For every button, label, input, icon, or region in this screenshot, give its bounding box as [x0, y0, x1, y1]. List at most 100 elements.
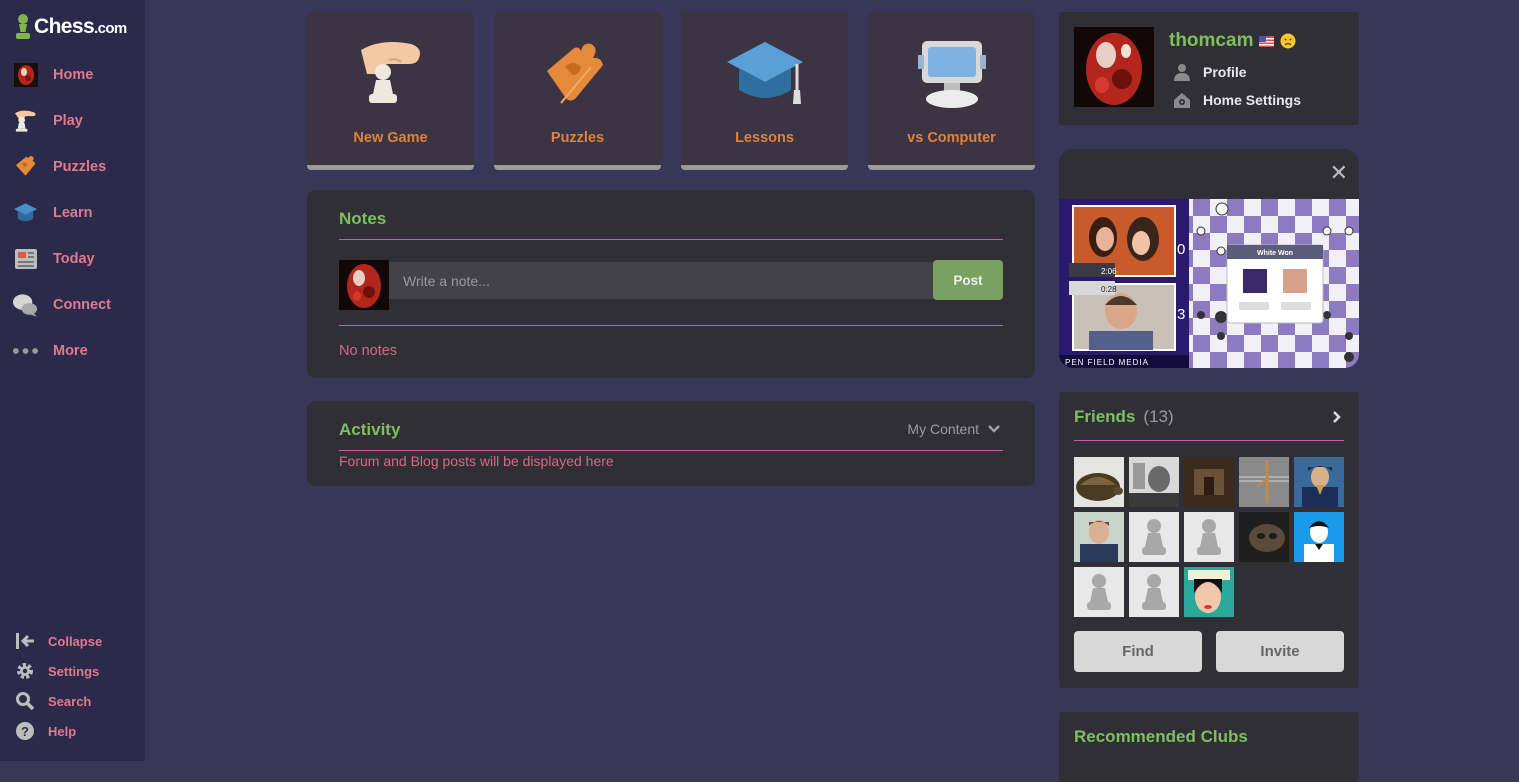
- sidebar-item-label: Today: [53, 251, 95, 267]
- filter-label: My Content: [907, 421, 979, 437]
- sidebar-item-collapse[interactable]: Collapse: [0, 626, 145, 656]
- close-icon[interactable]: ✕: [1330, 162, 1348, 184]
- chess-logo[interactable]: Chess.com: [14, 12, 127, 42]
- profile-link[interactable]: Profile: [1173, 63, 1247, 81]
- gear-icon: [14, 660, 36, 682]
- pawn-placeholder-icon: [1142, 519, 1166, 555]
- sidebar-item-home[interactable]: Home: [0, 52, 145, 98]
- tile-label: Lessons: [735, 130, 794, 146]
- friend-avatar-default[interactable]: [1129, 567, 1179, 617]
- friends-title: Friends: [1074, 407, 1136, 426]
- sidebar-item-puzzles[interactable]: Puzzles: [0, 144, 145, 190]
- home-settings-link[interactable]: Home Settings: [1173, 91, 1301, 109]
- activity-title: Activity: [339, 420, 401, 439]
- chat-bubbles-icon: [12, 292, 39, 319]
- notes-panel: Notes Post No notes: [307, 190, 1035, 378]
- sidebar-bottom: Collapse Settings Search ? Help: [0, 626, 145, 746]
- find-friends-button[interactable]: Find: [1074, 631, 1202, 672]
- sidebar-item-connect[interactable]: Connect: [0, 282, 145, 328]
- tile-label: Puzzles: [550, 130, 605, 146]
- home-settings-label: Home Settings: [1203, 92, 1302, 108]
- tile-puzzles[interactable]: Puzzles: [494, 12, 661, 170]
- sidebar-item-label: More: [53, 343, 88, 359]
- mortarboard-icon: [725, 34, 805, 114]
- search-icon: [14, 690, 36, 712]
- score-top: 0: [1177, 241, 1185, 258]
- sidebar-item-learn[interactable]: Learn: [0, 190, 145, 236]
- sidebar-item-label: Settings: [48, 663, 100, 679]
- clock-top: 2:06: [1101, 267, 1117, 276]
- recommended-clubs-panel: Recommended Clubs: [1059, 712, 1359, 782]
- sidebar-item-label: Home: [53, 67, 94, 83]
- divider: [339, 450, 1003, 451]
- sidebar-item-today[interactable]: Today: [0, 236, 145, 282]
- divider: [339, 325, 1003, 326]
- notes-empty-text: No notes: [339, 343, 398, 359]
- footer-brand: PEN FIELD MEDIA: [1065, 358, 1149, 367]
- home-avatar-icon: [12, 62, 39, 89]
- sidebar-item-label: Help: [48, 723, 77, 739]
- video-widget[interactable]: ✕ 2:06 0:28 0 3 White Won PEN FIELD MEDI…: [1059, 149, 1359, 368]
- sidebar-item-play[interactable]: Play: [0, 98, 145, 144]
- friend-avatar[interactable]: [1184, 457, 1234, 507]
- notes-title: Notes: [339, 209, 387, 228]
- sidebar-item-search[interactable]: Search: [0, 686, 145, 716]
- logo-text: Chess.com: [34, 15, 127, 38]
- computer-icon: [912, 34, 992, 114]
- sidebar: Chess.com Home Play Puzzles Learn Today …: [0, 0, 145, 761]
- pawn-placeholder-icon: [1197, 519, 1221, 555]
- pawn-placeholder-icon: [1087, 574, 1111, 610]
- friends-count: (13): [1143, 407, 1174, 426]
- tile-label: New Game: [353, 130, 428, 146]
- friend-avatar[interactable]: [1239, 457, 1289, 507]
- svg-text:?: ?: [21, 724, 29, 739]
- friend-avatar-default[interactable]: [1129, 512, 1179, 562]
- home-gear-icon: [1174, 93, 1190, 108]
- help-icon: ?: [14, 720, 36, 742]
- activity-panel: Activity My Content Forum and Blog posts…: [307, 401, 1035, 486]
- tile-vs-computer[interactable]: vs Computer: [868, 12, 1035, 170]
- note-input[interactable]: [389, 262, 934, 299]
- activity-empty-text: Forum and Blog posts will be displayed h…: [339, 453, 614, 469]
- content-filter-dropdown[interactable]: My Content: [907, 421, 1001, 437]
- friend-avatar[interactable]: [1239, 512, 1289, 562]
- friend-avatar[interactable]: [1294, 457, 1344, 507]
- us-flag-icon: [1259, 35, 1275, 47]
- sidebar-item-label: Learn: [53, 205, 93, 221]
- clock-bottom: 0:28: [1101, 285, 1117, 294]
- tile-lessons[interactable]: Lessons: [681, 12, 848, 170]
- tile-new-game[interactable]: New Game: [307, 12, 474, 170]
- username[interactable]: thomcam: [1169, 30, 1253, 52]
- friend-avatar[interactable]: [1184, 567, 1234, 617]
- friend-avatar-default[interactable]: [1184, 512, 1234, 562]
- sidebar-item-label: Play: [53, 113, 83, 129]
- avatar: [339, 260, 389, 310]
- divider: [339, 239, 1003, 240]
- invite-friends-button[interactable]: Invite: [1216, 631, 1344, 672]
- friend-avatar[interactable]: [1074, 512, 1124, 562]
- sidebar-item-settings[interactable]: Settings: [0, 656, 145, 686]
- sidebar-item-label: Collapse: [48, 633, 103, 649]
- friend-avatar[interactable]: [1294, 512, 1344, 562]
- collapse-icon: [14, 630, 36, 652]
- friends-header[interactable]: Friends (13): [1074, 407, 1174, 427]
- friends-panel: Friends (13) Find Invite: [1059, 392, 1359, 688]
- chevron-down-icon: [988, 425, 1000, 433]
- dots-icon: [12, 338, 39, 365]
- friend-avatar[interactable]: [1129, 457, 1179, 507]
- sidebar-item-help[interactable]: ? Help: [0, 716, 145, 746]
- profile-avatar[interactable]: [1074, 27, 1154, 107]
- graduation-cap-icon: [12, 200, 39, 227]
- post-button[interactable]: Post: [933, 260, 1003, 300]
- friend-avatar[interactable]: [1074, 457, 1124, 507]
- divider: [1074, 440, 1344, 441]
- person-icon: [1174, 64, 1190, 81]
- sidebar-item-label: Search: [48, 693, 92, 709]
- pawn-hand-icon: [351, 34, 431, 114]
- puzzle-piece-icon: [538, 34, 618, 114]
- friend-avatar-default[interactable]: [1074, 567, 1124, 617]
- score-bottom: 3: [1177, 306, 1185, 323]
- sidebar-item-more[interactable]: More: [0, 328, 145, 374]
- chevron-right-icon[interactable]: [1332, 410, 1342, 424]
- pawn-logo-icon: [16, 14, 30, 39]
